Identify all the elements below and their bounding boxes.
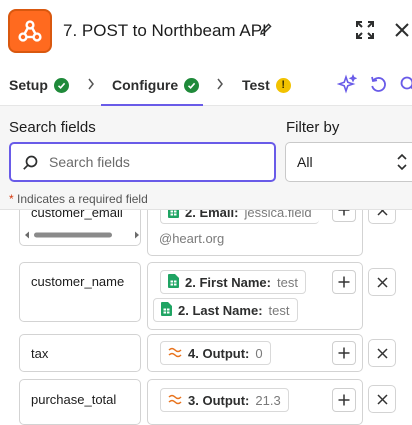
ai-sparkle-icon[interactable] xyxy=(337,74,357,99)
mapped-value-continuation: @heart.org xyxy=(159,231,224,246)
remove-field-button[interactable] xyxy=(368,339,396,367)
close-icon xyxy=(377,394,388,405)
insert-data-button[interactable] xyxy=(332,270,356,294)
step-header: 7. POST to Northbeam API xyxy=(0,0,412,64)
plus-icon xyxy=(338,276,350,288)
chevron-right-icon xyxy=(216,78,224,93)
google-sheets-icon xyxy=(168,274,179,291)
search-input[interactable] xyxy=(47,153,267,171)
filter-select[interactable]: All xyxy=(285,142,412,182)
refresh-icon[interactable] xyxy=(369,75,388,99)
field-name-purchase-total[interactable]: purchase_total xyxy=(19,379,141,425)
tab-setup[interactable]: Setup xyxy=(9,77,69,93)
search-filter-panel: Search fields Filter by All * Indicates … xyxy=(0,106,412,210)
required-field-note: * Indicates a required field xyxy=(9,192,148,206)
plus-icon xyxy=(338,347,350,359)
filter-value: All xyxy=(297,154,313,170)
step-tabs: Setup Configure Test ! xyxy=(0,64,412,106)
webhook-icon xyxy=(8,9,52,53)
field-name-tax[interactable]: tax xyxy=(19,334,141,372)
warning-icon: ! xyxy=(276,78,291,93)
search-icon[interactable] xyxy=(399,75,412,99)
remove-field-button[interactable] xyxy=(368,385,396,413)
tab-label: Test xyxy=(242,77,270,93)
check-circle-icon xyxy=(184,78,199,93)
chevron-right-icon xyxy=(87,78,95,93)
field-value-purchase-total[interactable]: 3. Output: 21.3 xyxy=(147,379,363,425)
mapped-value-pill[interactable]: 2. First Name: test xyxy=(160,270,306,294)
field-name-customer-name[interactable]: customer_name xyxy=(19,262,141,322)
search-icon xyxy=(22,154,39,176)
expand-icon[interactable] xyxy=(355,20,375,45)
check-circle-icon xyxy=(54,78,69,93)
close-icon xyxy=(377,348,388,359)
google-sheets-icon xyxy=(161,302,172,319)
mapped-value-pill[interactable]: 2. Last Name: test xyxy=(153,298,298,322)
insert-data-button[interactable] xyxy=(332,388,356,412)
pencil-icon[interactable] xyxy=(259,22,273,41)
search-label: Search fields xyxy=(9,119,96,136)
horizontal-scrollbar[interactable] xyxy=(23,230,141,240)
search-input-wrapper[interactable] xyxy=(9,142,276,182)
step-title[interactable]: 7. POST to Northbeam API xyxy=(63,21,267,41)
mapped-value-pill[interactable]: 4. Output: 0 xyxy=(160,341,271,365)
formatter-icon xyxy=(168,346,182,361)
field-value-customer-name[interactable]: 2. First Name: test 2. Last Name: test xyxy=(147,262,363,330)
filter-label: Filter by xyxy=(286,119,339,136)
chevron-updown-icon xyxy=(396,153,408,176)
required-text: Indicates a required field xyxy=(14,192,148,206)
tab-label: Configure xyxy=(112,77,178,93)
tab-label: Setup xyxy=(9,77,48,93)
field-value-tax[interactable]: 4. Output: 0 xyxy=(147,334,363,372)
formatter-icon xyxy=(168,393,182,408)
tab-test[interactable]: Test ! xyxy=(242,77,291,93)
mapped-value-pill[interactable]: 3. Output: 21.3 xyxy=(160,388,289,412)
close-icon xyxy=(377,277,388,288)
remove-field-button[interactable] xyxy=(368,268,396,296)
close-icon[interactable] xyxy=(394,22,410,43)
plus-icon xyxy=(338,394,350,406)
insert-data-button[interactable] xyxy=(332,341,356,365)
tab-configure[interactable]: Configure xyxy=(112,77,199,93)
